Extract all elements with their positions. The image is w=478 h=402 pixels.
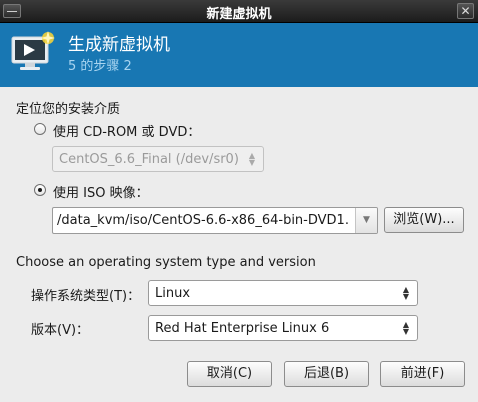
os-version-select[interactable]: Red Hat Enterprise Linux 6 ▲ ▼ xyxy=(148,315,418,341)
os-type-value: Linux xyxy=(155,286,191,301)
wizard-step: 5 的步骤 2 xyxy=(68,59,132,74)
cdrom-device-select: CentOS_6.6_Final (/dev/sr0) ▲ ▼ xyxy=(52,146,264,172)
select-arrows-icon: ▲ ▼ xyxy=(248,151,256,167)
cdrom-device-value: CentOS_6.6_Final (/dev/sr0) xyxy=(59,152,239,167)
wizard-content: 定位您的安装介质 使用 CD-ROM 或 DVD： CentOS_6.6_Fin… xyxy=(0,87,478,402)
iso-radio[interactable] xyxy=(34,184,46,196)
os-version-value: Red Hat Enterprise Linux 6 xyxy=(155,321,330,336)
cdrom-radio[interactable] xyxy=(34,123,46,135)
cancel-button[interactable]: 取消(C) xyxy=(187,361,272,387)
os-version-label: 版本(V)： xyxy=(31,323,90,338)
wizard-title: 生成新虚拟机 xyxy=(68,35,170,55)
window-title: 新建虚拟机 xyxy=(206,7,272,22)
select-arrows-icon: ▲ ▼ xyxy=(402,320,410,336)
select-arrows-icon: ▲ ▼ xyxy=(402,285,410,301)
os-section-label: Choose an operating system type and vers… xyxy=(16,255,316,270)
os-type-label: 操作系统类型(T)： xyxy=(31,289,141,304)
os-type-select[interactable]: Linux ▲ ▼ xyxy=(148,280,418,306)
iso-path-combo[interactable]: /data_kvm/iso/CentOS-6.6-x86_64-bin-DVD1… xyxy=(52,207,378,234)
back-button[interactable]: 后退(B) xyxy=(284,361,369,387)
cdrom-radio-label[interactable]: 使用 CD-ROM 或 DVD： xyxy=(53,121,200,140)
forward-button[interactable]: 前进(F) xyxy=(380,361,465,387)
iso-radio-label[interactable]: 使用 ISO 映像： xyxy=(53,182,149,201)
media-section-label: 定位您的安装介质 xyxy=(16,102,121,117)
title-bar: 新建虚拟机 ✕ xyxy=(0,0,478,23)
vm-monitor-icon xyxy=(11,31,55,70)
chevron-down-icon[interactable]: ▼ xyxy=(355,208,377,233)
iso-path-input[interactable]: /data_kvm/iso/CentOS-6.6-x86_64-bin-DVD1… xyxy=(57,213,349,228)
browse-button[interactable]: 浏览(W)... xyxy=(384,207,464,233)
close-icon[interactable]: ✕ xyxy=(457,3,474,19)
wizard-header: 生成新虚拟机 5 的步骤 2 xyxy=(0,23,478,87)
new-vm-dialog: 新建虚拟机 ✕ 生成新虚拟机 5 的步骤 2 定位您的安装介质 使用 CD-RO… xyxy=(0,0,478,402)
